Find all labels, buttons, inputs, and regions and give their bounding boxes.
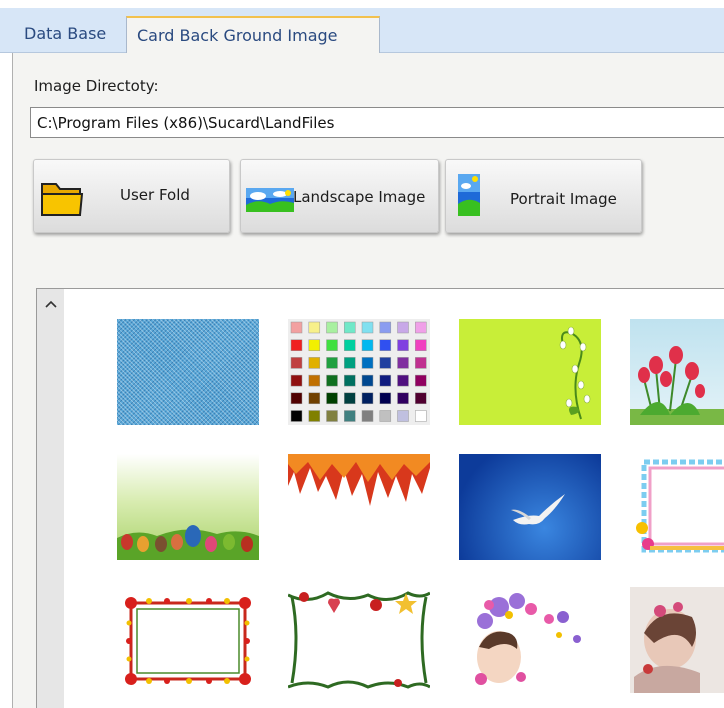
palette-swatch [397, 357, 409, 369]
palette-swatch [415, 357, 427, 369]
palette-swatch [379, 321, 392, 334]
palette-swatch [361, 357, 374, 369]
palette-swatch [397, 374, 409, 387]
portrait-image-label: Portrait Image [510, 190, 617, 208]
user-fold-button[interactable]: User Fold [33, 159, 230, 233]
palette-swatch [415, 392, 427, 405]
thumbnail-flower-girl[interactable] [459, 587, 601, 693]
palette-swatch [308, 339, 321, 351]
palette-swatch [344, 374, 356, 387]
palette-swatch [326, 321, 338, 334]
palette-swatch [415, 374, 427, 387]
palette-swatch [379, 374, 392, 387]
palette-swatch [344, 410, 356, 422]
palette-swatch [397, 339, 409, 351]
thumbnail-flower-frame-right[interactable] [630, 454, 724, 560]
thumbnail-painted-girl[interactable] [630, 587, 724, 693]
palette-swatch [308, 321, 321, 334]
palette-swatch [344, 392, 356, 405]
palette-swatch [326, 374, 338, 387]
palette-swatch [326, 392, 338, 405]
chevron-up-icon[interactable] [37, 289, 64, 319]
landscape-icon [246, 188, 294, 216]
palette-swatch [308, 374, 321, 387]
image-directory-input[interactable] [30, 107, 724, 138]
palette-swatch [361, 339, 374, 351]
palette-swatch [290, 410, 303, 422]
palette-swatch [415, 321, 427, 334]
palette-swatch [361, 374, 374, 387]
palette-swatch [290, 392, 303, 405]
palette-swatch [290, 374, 303, 387]
palette-swatch [290, 357, 303, 369]
tab-data-base[interactable]: Data Base [14, 16, 116, 53]
tab-strip: Data Base Card Back Ground Image [0, 8, 724, 54]
palette-swatch [397, 410, 409, 422]
palette-swatch [415, 410, 427, 422]
thumbnail-blue-pattern[interactable] [117, 319, 259, 425]
palette-swatch [397, 321, 409, 334]
palette-swatch [379, 357, 392, 369]
palette-swatch [326, 357, 338, 369]
tab-card-back-ground-image[interactable]: Card Back Ground Image [126, 16, 380, 54]
palette-swatch [397, 392, 409, 405]
palette-swatch [361, 392, 374, 405]
gallery-scrollbar[interactable] [37, 289, 64, 708]
palette-swatch [290, 321, 303, 334]
folder-icon [40, 176, 84, 222]
image-gallery [36, 288, 724, 708]
palette-swatch [326, 339, 338, 351]
image-directory-label: Image Directoty: [34, 77, 159, 95]
palette-swatch [344, 357, 356, 369]
portrait-icon [458, 174, 480, 220]
palette-swatch [415, 339, 427, 351]
tab-panel: Image Directoty: User Fold Landscape Ima… [12, 53, 724, 708]
palette-swatch [344, 321, 356, 334]
thumbnail-bird-blue-sky[interactable] [459, 454, 601, 560]
palette-swatch [308, 410, 321, 422]
thumbnail-christmas-frame[interactable] [288, 587, 430, 693]
thumbnail-color-palette[interactable] [288, 319, 430, 425]
portrait-image-button[interactable]: Portrait Image [445, 159, 642, 233]
palette-swatch [308, 357, 321, 369]
thumbnail-red-tulips[interactable] [630, 319, 724, 425]
palette-swatch [361, 321, 374, 334]
palette-swatch [379, 410, 392, 422]
palette-swatch [308, 392, 321, 405]
palette-swatch [379, 392, 392, 405]
palette-swatch [361, 410, 374, 422]
palette-swatch [344, 339, 356, 351]
thumbnail-easter-eggs[interactable] [117, 454, 259, 560]
thumbnail-autumn-leaves[interactable] [288, 454, 430, 560]
palette-swatch [379, 339, 392, 351]
thumbnail-red-flower-frame[interactable] [117, 587, 259, 693]
landscape-image-button[interactable]: Landscape Image [240, 159, 439, 233]
landscape-image-label: Landscape Image [293, 188, 426, 206]
thumbnail-green-floral[interactable] [459, 319, 601, 425]
palette-swatch [290, 339, 303, 351]
user-fold-label: User Fold [120, 186, 190, 204]
palette-swatch [326, 410, 338, 422]
